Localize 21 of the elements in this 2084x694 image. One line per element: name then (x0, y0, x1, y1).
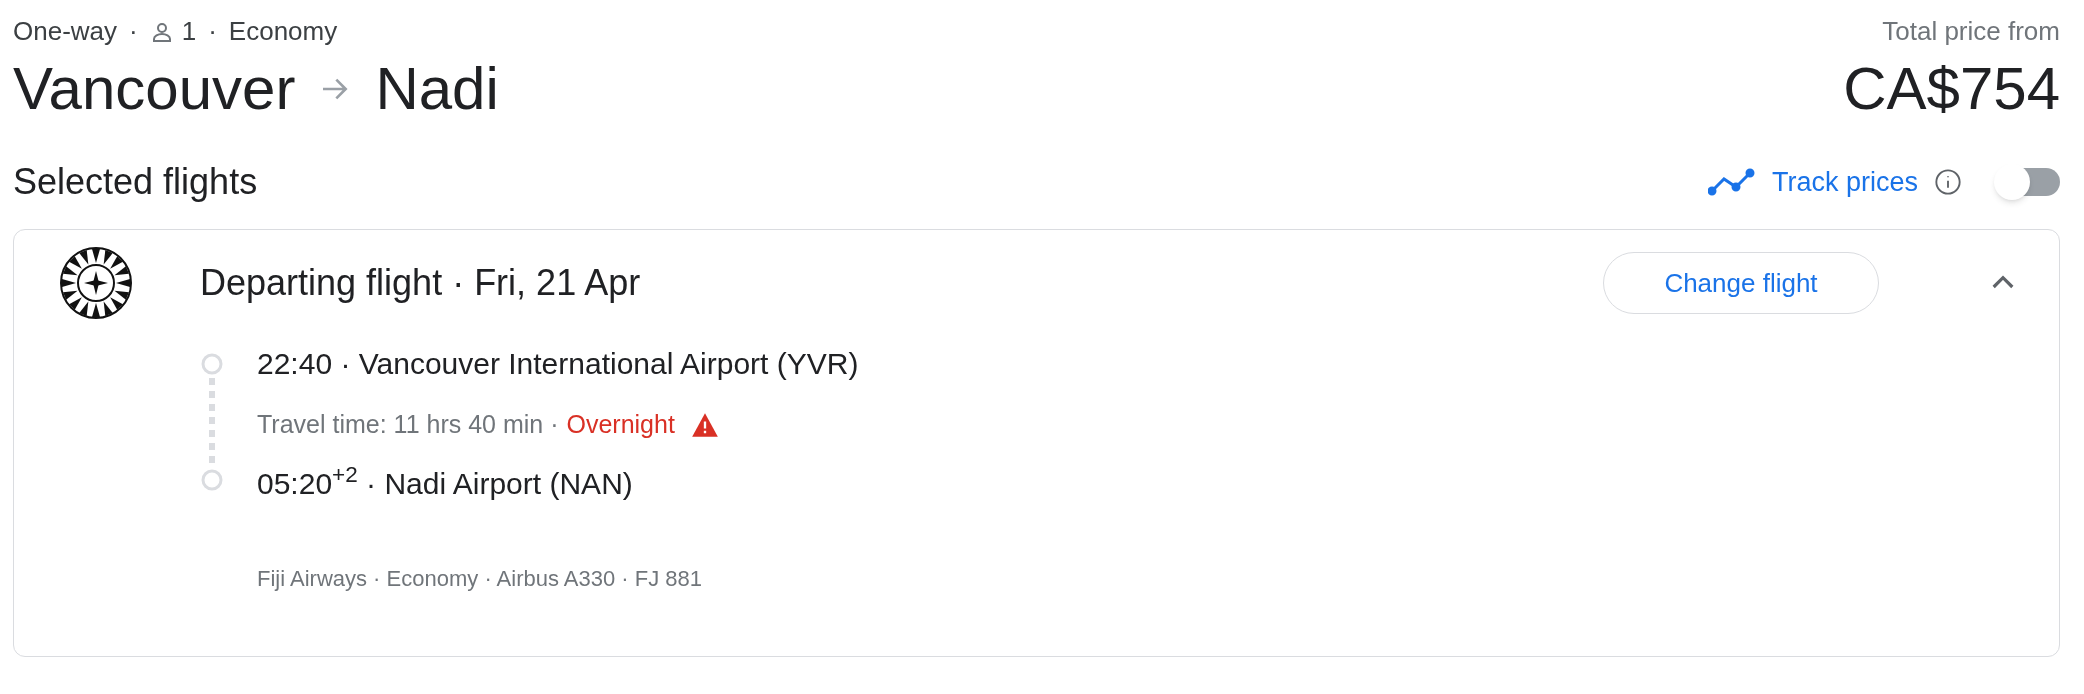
flight-title: Departing flight · Fri, 21 Apr (200, 261, 642, 305)
overnight-warning: Overnight (566, 409, 675, 440)
total-price: CA$754 (1843, 54, 2060, 124)
price-label: Total price from (1882, 15, 2060, 48)
passenger-count: 1 (181, 15, 197, 48)
origin-city: Vancouver (13, 54, 296, 124)
separator-dot: · (129, 15, 138, 48)
departure-info: 22:40 · Vancouver International Airport (YVR) (257, 346, 859, 382)
cabin-class: Economy (228, 15, 338, 48)
separator-dot: · (208, 15, 217, 48)
warning-icon (690, 411, 719, 438)
trip-type: One-way (13, 15, 118, 48)
section-title: Selected flights (13, 160, 258, 204)
arrival-info: 05:20$^{+2}$ · Nadi Airport (NAN) (257, 463, 634, 502)
flight-details: Fiji Airways · Economy · Airbus A330 · FJ 881 (257, 564, 704, 593)
info-icon[interactable] (1934, 168, 1962, 196)
travel-time: Travel time: 11 hrs 40 min · (257, 409, 559, 440)
airline-logo (60, 247, 132, 319)
track-prices-link[interactable]: Track prices (1771, 161, 1918, 203)
destination-city: Nadi (375, 54, 499, 124)
trend-icon (1707, 167, 1756, 197)
